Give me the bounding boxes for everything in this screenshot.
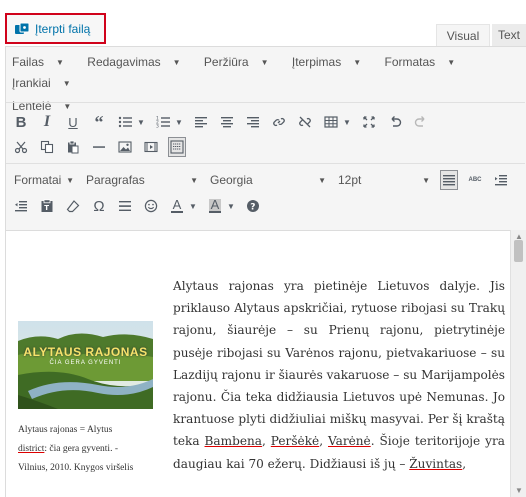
menu-item-insert[interactable]: Įterpimas ▼ bbox=[292, 52, 371, 73]
outdent-icon[interactable] bbox=[12, 196, 30, 216]
toolbar-row-2 bbox=[12, 136, 194, 158]
text-separator: , bbox=[319, 434, 328, 449]
misspelled-word[interactable]: Varėnė bbox=[328, 434, 371, 448]
insert-file-label: Įterpti failą bbox=[35, 21, 91, 36]
divider bbox=[6, 163, 525, 164]
menu-item-tools[interactable]: Įrankiai ▼ bbox=[12, 73, 81, 94]
numbered-list-icon[interactable]: 123 bbox=[154, 112, 172, 132]
bullet-list-icon[interactable] bbox=[116, 112, 134, 132]
align-right-icon[interactable] bbox=[244, 112, 262, 132]
caption-line-1: Alytaus rajonas = Alytus bbox=[18, 425, 113, 435]
svg-text:3: 3 bbox=[156, 124, 159, 130]
paragraph: Alytaus rajonas yra pietinėje Lietuvos d… bbox=[173, 275, 505, 475]
justify-icon[interactable] bbox=[440, 170, 458, 190]
unlink-icon[interactable] bbox=[296, 112, 314, 132]
emoticon-icon[interactable] bbox=[142, 196, 160, 216]
paste-as-text-icon[interactable]: T bbox=[38, 196, 56, 216]
insert-file-button[interactable]: Įterpti failą bbox=[5, 13, 106, 44]
paste-icon[interactable] bbox=[64, 137, 82, 157]
book-cover-subtitle: ČIA GERA GYVENTI bbox=[49, 360, 122, 366]
bold-button[interactable]: B bbox=[12, 112, 30, 132]
paragraph-select[interactable]: Paragrafas ▼ bbox=[84, 170, 200, 190]
spellcheck-icon[interactable]: ABC bbox=[466, 170, 484, 190]
special-character-icon[interactable]: Ω bbox=[90, 196, 108, 216]
formats-select[interactable]: Formatai ▼ bbox=[12, 170, 76, 190]
cut-icon[interactable] bbox=[12, 137, 30, 157]
align-center-icon[interactable] bbox=[218, 112, 236, 132]
tab-text[interactable]: Text bbox=[492, 24, 526, 46]
misspelled-word[interactable]: Peršėkė bbox=[271, 434, 319, 448]
chevron-down-icon[interactable]: ▼ bbox=[136, 112, 146, 132]
help-icon[interactable]: ? bbox=[244, 196, 262, 216]
misspelled-word[interactable]: Bambena bbox=[205, 434, 262, 448]
scrollbar-thumb[interactable] bbox=[514, 240, 523, 262]
background-color-icon[interactable]: A bbox=[206, 196, 224, 216]
underline-button[interactable]: U bbox=[64, 112, 82, 132]
scroll-down-icon[interactable]: ▼ bbox=[515, 486, 523, 495]
toolbar-row-4: T Ω A ▼ A ▼ ? bbox=[12, 195, 270, 217]
font-size-select[interactable]: 12pt ▼ bbox=[336, 170, 432, 190]
menu-item-edit[interactable]: Redagavimas ▼ bbox=[87, 52, 190, 73]
editor-top-bar: Įterpti failą Visual Text bbox=[0, 0, 526, 46]
eraser-icon[interactable] bbox=[64, 196, 82, 216]
svg-text:?: ? bbox=[250, 202, 255, 212]
blockquote-button[interactable]: “ bbox=[90, 112, 108, 132]
vertical-scrollbar[interactable]: ▲ ▼ bbox=[510, 230, 526, 497]
horizontal-rule-icon[interactable] bbox=[116, 196, 134, 216]
editor-content[interactable]: ALYTAUS RAJONAS ČIA GERA GYVENTI Alytaus… bbox=[6, 230, 510, 497]
book-cover-title: ALYTAUS RAJONAS bbox=[23, 345, 148, 359]
image-caption: Alytaus rajonas = Alytus district: čia g… bbox=[18, 421, 153, 478]
align-left-icon[interactable] bbox=[192, 112, 210, 132]
table-icon[interactable] bbox=[322, 112, 340, 132]
menu-bar: Failas ▼ Redagavimas ▼ Peržiūra ▼ Įterpimas… bbox=[12, 52, 522, 117]
tab-visual[interactable]: Visual bbox=[436, 24, 490, 46]
indent-icon[interactable] bbox=[492, 170, 510, 190]
chevron-down-icon[interactable]: ▼ bbox=[226, 196, 236, 216]
toolbar-row-1: B I U “ ▼ 123 ▼ ▼ bbox=[12, 111, 438, 133]
caption-line-2: : čia gera gyventi. - bbox=[44, 444, 118, 454]
caption-line-3: Vilnius, 2010. Knygos viršelis bbox=[18, 463, 134, 473]
chevron-down-icon[interactable]: ▼ bbox=[188, 196, 198, 216]
copy-icon[interactable] bbox=[38, 137, 56, 157]
menu-item-format[interactable]: Formatas ▼ bbox=[385, 52, 466, 73]
fullscreen-icon[interactable] bbox=[360, 112, 378, 132]
media-icon bbox=[14, 22, 30, 36]
misspelled-word[interactable]: Žuvintas bbox=[409, 457, 462, 471]
horizontal-line-icon[interactable] bbox=[90, 137, 108, 157]
text-separator: , bbox=[261, 434, 271, 449]
caption-word-district: district bbox=[18, 444, 45, 454]
book-cover-figure[interactable]: ALYTAUS RAJONAS ČIA GERA GYVENTI Alytaus… bbox=[18, 321, 153, 478]
svg-text:T: T bbox=[44, 204, 49, 212]
menu-item-view[interactable]: Peržiūra ▼ bbox=[204, 52, 279, 73]
media-embed-icon[interactable] bbox=[142, 137, 160, 157]
menu-item-file[interactable]: Failas ▼ bbox=[12, 52, 74, 73]
image-icon[interactable] bbox=[116, 137, 134, 157]
divider bbox=[6, 102, 525, 103]
chevron-down-icon[interactable]: ▼ bbox=[174, 112, 184, 132]
paragraph-text: Alytaus rajonas yra pietinėje Lietuvos d… bbox=[173, 279, 505, 449]
undo-icon[interactable] bbox=[386, 112, 404, 132]
italic-button[interactable]: I bbox=[38, 112, 56, 132]
keyboard-icon[interactable] bbox=[168, 137, 186, 157]
redo-icon[interactable] bbox=[412, 112, 430, 132]
toolbar-row-3: Formatai ▼ Paragrafas ▼ Georgia ▼ 12pt ▼ ABC bbox=[12, 169, 518, 191]
paragraph-text: , bbox=[462, 456, 467, 471]
chevron-down-icon[interactable]: ▼ bbox=[342, 112, 352, 132]
link-icon[interactable] bbox=[270, 112, 288, 132]
font-family-select[interactable]: Georgia ▼ bbox=[208, 170, 328, 190]
text-color-icon[interactable]: A bbox=[168, 196, 186, 216]
book-cover-image: ALYTAUS RAJONAS ČIA GERA GYVENTI bbox=[18, 321, 153, 409]
